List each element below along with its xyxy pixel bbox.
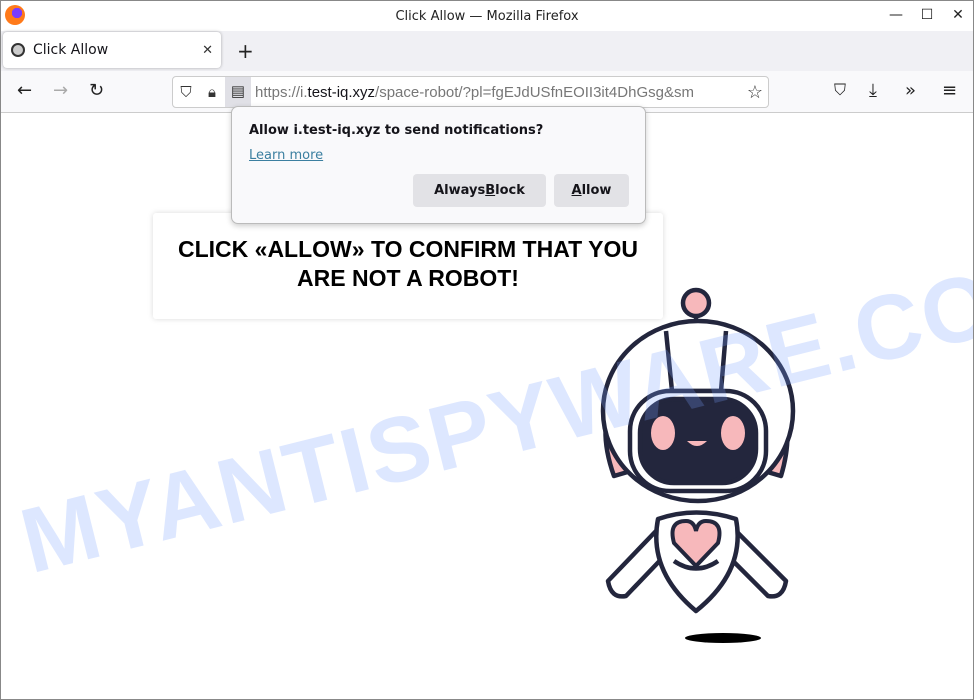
- tab-bar: Click Allow ✕ +: [1, 31, 973, 71]
- robot-favicon-icon: [11, 43, 25, 57]
- robot-illustration: [600, 287, 796, 643]
- tab-label: Click Allow: [33, 42, 109, 58]
- more-tools-icon[interactable]: »: [905, 80, 916, 101]
- firefox-logo-icon: [5, 5, 25, 25]
- new-tab-button[interactable]: +: [237, 39, 254, 63]
- bookmark-star-icon[interactable]: ☆: [742, 82, 768, 103]
- forward-button[interactable]: →: [53, 80, 68, 101]
- window-title: Click Allow — Mozilla Firefox: [395, 8, 579, 24]
- pocket-icon[interactable]: ⛉: [834, 80, 846, 100]
- tab-click-allow[interactable]: Click Allow ✕: [3, 32, 221, 68]
- title-bar: Click Allow — Mozilla Firefox — ☐ ✕: [1, 1, 973, 31]
- close-window-button[interactable]: ✕: [943, 1, 973, 29]
- notification-permission-popup: Allow i.test-iq.xyz to send notification…: [231, 106, 646, 224]
- learn-more-link[interactable]: Learn more: [249, 148, 323, 163]
- close-tab-button[interactable]: ✕: [202, 43, 213, 58]
- downloads-icon[interactable]: ⤓: [869, 80, 877, 101]
- back-button[interactable]: ←: [17, 80, 32, 101]
- allow-button[interactable]: Allow: [554, 174, 629, 207]
- maximize-button[interactable]: ☐: [912, 1, 942, 29]
- banner-line-1: CLICK «ALLOW» TO CONFIRM THAT YOU: [178, 236, 638, 262]
- always-block-button[interactable]: Always Block: [413, 174, 546, 207]
- minimize-button[interactable]: —: [881, 1, 911, 29]
- lock-icon[interactable]: 🔒︎: [199, 84, 225, 101]
- menu-icon[interactable]: ≡: [942, 80, 957, 101]
- shield-icon[interactable]: ⛉: [173, 84, 199, 101]
- notification-permission-icon[interactable]: ▤: [225, 77, 251, 107]
- permission-question: Allow i.test-iq.xyz to send notification…: [249, 123, 544, 138]
- url-bar[interactable]: ⛉ 🔒︎ ▤ https://i.test-iq.xyz/space-robot…: [172, 76, 769, 108]
- reload-button[interactable]: ↻: [89, 80, 104, 101]
- url-text[interactable]: https://i.test-iq.xyz/space-robot/?pl=fg…: [251, 84, 726, 101]
